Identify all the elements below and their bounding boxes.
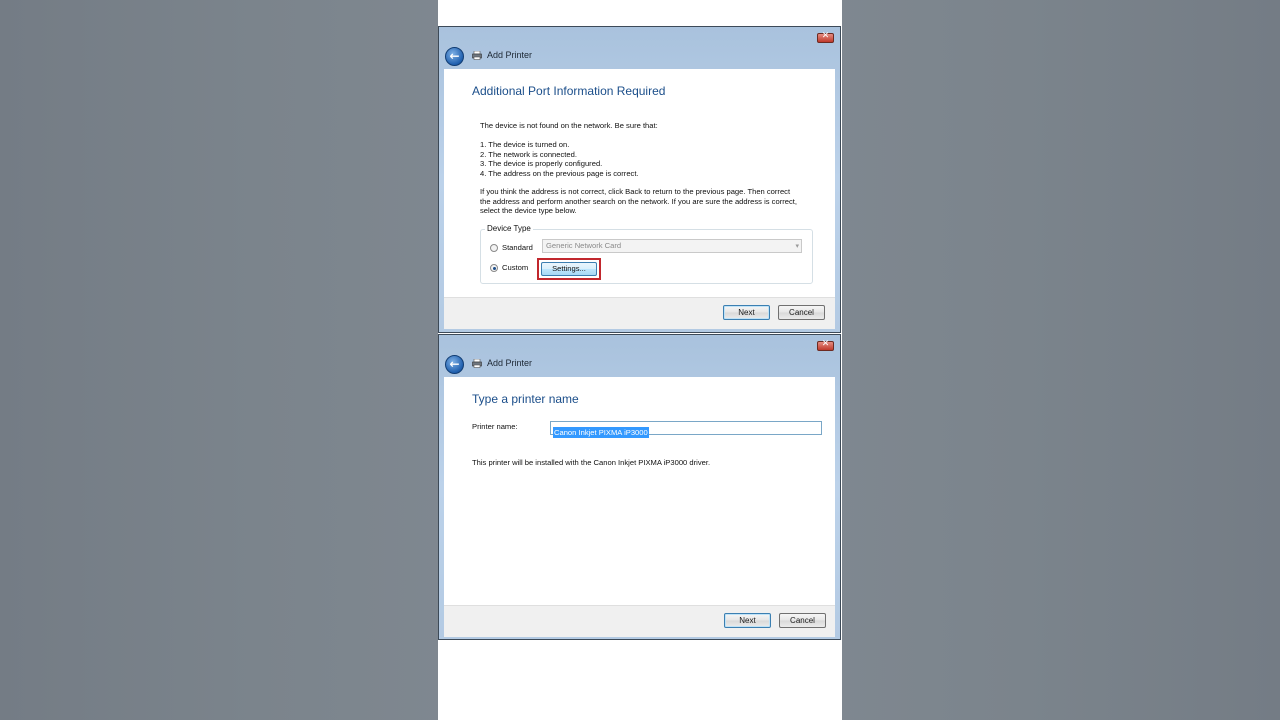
dialog-footer: Next Cancel (444, 297, 835, 329)
device-type-group: Device Type Standard Generic Network Car… (480, 224, 813, 284)
close-icon[interactable] (817, 339, 834, 351)
help-paragraph-line: If you think the address is not correct,… (480, 187, 791, 196)
dialog-title: Add Printer (487, 358, 533, 368)
next-button[interactable]: Next (724, 613, 771, 628)
device-type-select-value: Generic Network Card (546, 241, 622, 250)
add-printer-dialog-port-info: Add Printer Additional Port Information … (438, 26, 841, 333)
page-heading: Type a printer name (472, 392, 579, 406)
standard-label: Standard (502, 243, 533, 252)
device-type-label: Device Type (485, 224, 533, 233)
custom-label: Custom (502, 263, 529, 272)
intro-text: The device is not found on the network. … (480, 121, 658, 130)
page-heading: Additional Port Information Required (472, 84, 666, 98)
printer-icon (472, 51, 482, 60)
printer-icon (472, 359, 482, 368)
next-button[interactable]: Next (723, 305, 770, 320)
cancel-button[interactable]: Cancel (779, 613, 826, 628)
printer-name-value: Canon Inkjet PIXMA iP3000 (553, 427, 649, 438)
checklist-item: 3. The device is properly configured. (480, 159, 603, 168)
settings-button[interactable]: Settings... (541, 262, 597, 276)
device-type-select: Generic Network Card ▾ (542, 239, 802, 253)
standard-radio[interactable] (490, 244, 498, 252)
back-arrow-icon[interactable] (445, 355, 464, 374)
cancel-button[interactable]: Cancel (778, 305, 825, 320)
checklist-item: 1. The device is turned on. (480, 140, 570, 149)
close-icon[interactable] (817, 31, 834, 43)
checklist-item: 4. The address on the previous page is c… (480, 168, 639, 178)
dialog-content: Type a printer name Printer name: Canon … (444, 377, 835, 605)
help-paragraph-line: select the device type below. (480, 206, 577, 215)
add-printer-dialog-printer-name: Add Printer Type a printer name Printer … (438, 334, 841, 640)
dialog-footer: Next Cancel (444, 605, 835, 637)
dialog-content: Additional Port Information Required The… (444, 69, 835, 297)
printer-name-input[interactable]: Canon Inkjet PIXMA iP3000 (550, 421, 822, 438)
help-paragraph-line: the address and perform another search o… (480, 196, 797, 206)
checklist-item: 2. The network is connected. (480, 149, 577, 159)
driver-info-text: This printer will be installed with the … (472, 458, 711, 467)
custom-radio[interactable] (490, 264, 498, 272)
chevron-down-icon: ▾ (795, 242, 799, 250)
back-arrow-icon[interactable] (445, 47, 464, 66)
dialog-title: Add Printer (487, 50, 533, 60)
printer-name-label: Printer name: (472, 422, 518, 431)
